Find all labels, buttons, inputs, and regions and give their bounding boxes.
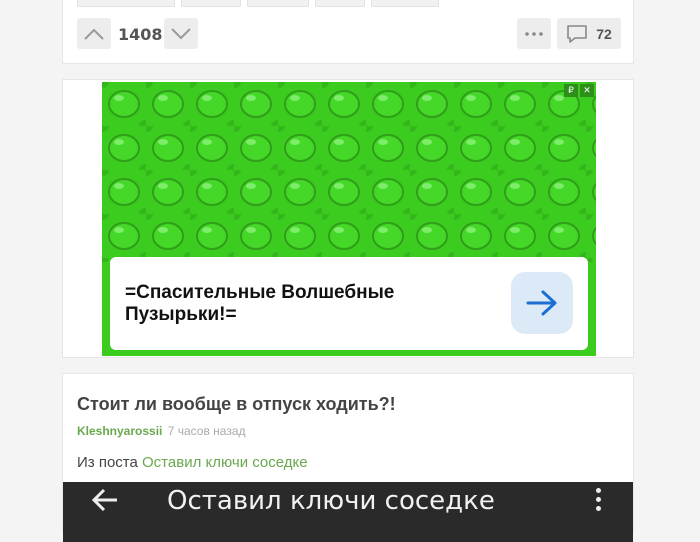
more-options-button[interactable] <box>517 18 551 49</box>
ad-go-button[interactable] <box>511 272 573 334</box>
back-arrow-icon <box>91 488 117 512</box>
comments-button[interactable]: 72 <box>557 18 621 49</box>
post-meta: Kleshnyarossii 7 часов назад <box>77 424 246 438</box>
comments-count: 72 <box>596 25 612 42</box>
more-dots-icon <box>525 31 543 36</box>
post-text: Из поста Оставил ключи соседке <box>77 454 308 471</box>
post-title[interactable]: Стоит ли вообще в отпуск ходить?! <box>77 394 396 415</box>
ad-card: ₽ ✕ =Спасительные Волшебные Пузырьки!= <box>62 79 634 358</box>
previous-post-card: 1408 72 <box>62 0 634 64</box>
post-source-link[interactable]: Оставил ключи соседке <box>142 454 308 471</box>
image-header-title: Оставил ключи соседке <box>167 486 495 516</box>
tag-list <box>77 0 439 7</box>
overflow-menu-icon <box>596 488 601 511</box>
tag[interactable] <box>181 0 241 7</box>
bubble-wrap-image <box>102 82 596 262</box>
ad-info-badge[interactable]: ₽ <box>564 84 578 97</box>
post-image[interactable]: Оставил ключи соседке <box>63 482 633 542</box>
tag[interactable] <box>315 0 365 7</box>
tag[interactable] <box>247 0 309 7</box>
ad-close-button[interactable]: ✕ <box>580 84 594 97</box>
post-text-prefix: Из поста <box>77 454 138 471</box>
chevron-down-icon <box>171 27 191 39</box>
comment-icon <box>567 24 588 43</box>
chevron-up-icon <box>84 28 104 40</box>
post-time: 7 часов назад <box>167 424 246 438</box>
tag[interactable] <box>371 0 439 7</box>
downvote-button[interactable] <box>164 18 198 49</box>
upvote-button[interactable] <box>77 18 111 49</box>
tag[interactable] <box>77 0 175 7</box>
rating-value: 1408 <box>118 25 163 44</box>
post-card: Стоит ли вообще в отпуск ходить?! Kleshn… <box>62 373 634 542</box>
post-author[interactable]: Kleshnyarossii <box>77 424 162 438</box>
ad-banner[interactable]: ₽ ✕ =Спасительные Волшебные Пузырьки!= <box>102 82 596 356</box>
ad-text-panel[interactable]: =Спасительные Волшебные Пузырьки!= <box>110 257 588 350</box>
arrow-right-icon <box>526 290 557 316</box>
ad-title[interactable]: =Спасительные Волшебные Пузырьки!= <box>125 282 445 326</box>
